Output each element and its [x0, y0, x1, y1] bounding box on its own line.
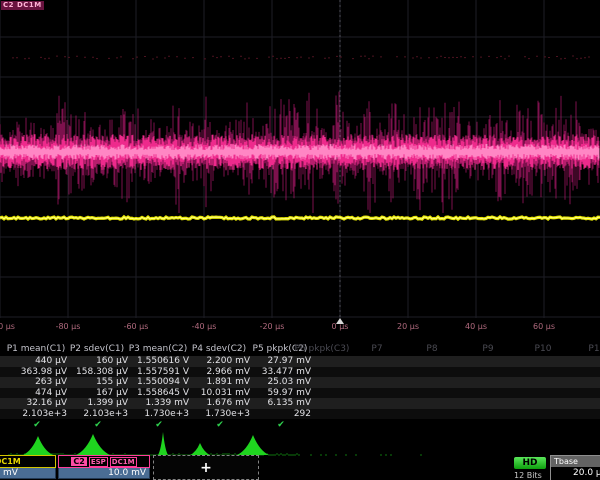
measurement-value: 155 µV [68, 377, 128, 388]
time-axis-label: -40 µs [192, 322, 217, 331]
histogram-peak [158, 432, 168, 455]
measurement-status-check: ✔ [277, 420, 285, 431]
c1-volts-per-div: 10.0 mV [0, 468, 56, 479]
measurement-value: 2.200 mV [190, 356, 250, 367]
histogram-peak [190, 443, 210, 455]
measurement-value: 25.03 mV [251, 377, 311, 388]
measurement-header[interactable]: P1 mean(C1) [5, 344, 67, 355]
c1-label-row: C1 DC1M [0, 455, 56, 468]
measure-histogram [0, 432, 600, 457]
time-axis-label: -100 µs [0, 322, 15, 331]
measurement-table: P1 mean(C1)P2 sdev(C1)P3 mean(C2)P4 sdev… [0, 344, 600, 432]
measurement-value: 474 µV [7, 388, 67, 399]
time-axis-label: -80 µs [56, 322, 81, 331]
histogram-strip [0, 432, 600, 457]
timebase-value: 20.0 µs/div [551, 467, 600, 479]
measurement-status-check: ✔ [216, 420, 224, 431]
measurement-value: 59.97 mV [251, 388, 311, 399]
c2-label-row: C2 ESP DC1M [58, 455, 150, 468]
measurement-header[interactable]: P7 [371, 344, 382, 355]
measurement-value: 1.558645 V [129, 388, 189, 399]
measurement-value: 263 µV [7, 377, 67, 388]
measurement-value: 33.477 mV [251, 367, 311, 378]
c2-coupling-tag: DC1M [110, 457, 137, 467]
measurement-row: 474 µV167 µV1.558645 V10.031 mV59.97 mV [0, 388, 600, 399]
hd-mode-button[interactable]: HD [514, 457, 546, 469]
trace-label: C2 DC1M [1, 1, 44, 10]
measurement-value: 2.103e+3 [7, 409, 67, 420]
waveform-plot [0, 0, 600, 318]
channel-descriptor-c2[interactable]: C2 ESP DC1M 10.0 mV [58, 455, 150, 480]
histogram-peak [76, 434, 110, 455]
measurement-header[interactable]: P4 sdev(C2) [188, 344, 250, 355]
plus-icon: + [200, 460, 212, 476]
measurement-value: 32.16 µV [7, 398, 67, 409]
measurement-value: 1.730e+3 [190, 409, 250, 420]
bit-depth-label: 12 Bits [514, 471, 542, 480]
measurement-row: 363.98 µV158.308 µV1.557591 V2.966 mV33.… [0, 367, 600, 378]
measurement-status-check: ✔ [94, 420, 102, 431]
measurement-value: 1.891 mV [190, 377, 250, 388]
measurement-value: 440 µV [7, 356, 67, 367]
histogram-peak [23, 436, 53, 455]
measurement-value: 10.031 mV [190, 388, 250, 399]
c1-coupling-label: DC1M [0, 457, 21, 466]
measurement-value: 1.550616 V [129, 356, 189, 367]
measurement-value: 292 [251, 409, 311, 420]
measurement-value: 160 µV [68, 356, 128, 367]
measurement-value: 27.97 mV [251, 356, 311, 367]
time-axis-label: 20 µs [397, 322, 419, 331]
measurement-header[interactable]: P6 pkpk(C3) [295, 344, 350, 355]
time-axis-label: 40 µs [465, 322, 487, 331]
measurement-value: 2.103e+3 [68, 409, 128, 420]
measurement-value: 1.676 mV [190, 398, 250, 409]
measurement-row: 263 µV155 µV1.550094 V1.891 mV25.03 mV [0, 377, 600, 388]
channel-descriptor-c1[interactable]: C1 DC1M 10.0 mV [0, 455, 56, 480]
measurement-value: 363.98 µV [7, 367, 67, 378]
measurement-header[interactable]: P10 [535, 344, 552, 355]
measurement-value: 1.339 mV [129, 398, 189, 409]
measurement-status-check: ✔ [33, 420, 41, 431]
measurement-row: 32.16 µV1.399 µV1.339 mV1.676 mV6.135 mV [0, 398, 600, 409]
measurement-header[interactable]: P9 [482, 344, 493, 355]
measurement-header[interactable]: P2 sdev(C1) [66, 344, 128, 355]
measurement-value: 1.399 µV [68, 398, 128, 409]
trigger-position-marker[interactable] [336, 318, 344, 324]
measurement-row: 2.103e+32.103e+31.730e+31.730e+3292 [0, 409, 600, 420]
measurement-value: 1.550094 V [129, 377, 189, 388]
measurement-value: 2.966 mV [190, 367, 250, 378]
measurement-row: 440 µV160 µV1.550616 V2.200 mV27.97 mV [0, 356, 600, 367]
c2-volts-per-div: 10.0 mV [58, 468, 150, 479]
measurement-value: 167 µV [68, 388, 128, 399]
oscilloscope-screen: C2 DC1M -100 µs-80 µs-60 µs-40 µs-20 µs0… [0, 0, 600, 480]
bottom-bar: C1 DC1M 10.0 mV C2 ESP DC1M 10.0 mV + HD… [0, 455, 600, 480]
c2-esp-tag: ESP [89, 457, 108, 467]
measurement-value: 1.730e+3 [129, 409, 189, 420]
time-axis-label: 60 µs [533, 322, 555, 331]
measurement-value: 1.557591 V [129, 367, 189, 378]
measurement-value: 6.135 mV [251, 398, 311, 409]
measurement-header[interactable]: P1 [588, 344, 599, 355]
c2-badge: C2 [71, 457, 86, 466]
waveform-grid-area[interactable]: C2 DC1M [0, 0, 600, 318]
measurement-header[interactable]: P8 [426, 344, 437, 355]
timebase-title: Tbase [551, 456, 600, 467]
add-trace-button[interactable]: + [153, 455, 259, 480]
measurement-status-check: ✔ [155, 420, 163, 431]
histogram-peak [237, 435, 269, 455]
measurement-value: 158.308 µV [68, 367, 128, 378]
time-axis-label: -60 µs [124, 322, 149, 331]
time-axis: -100 µs-80 µs-60 µs-40 µs-20 µs0 µs20 µs… [0, 318, 600, 344]
measurement-header[interactable]: P3 mean(C2) [127, 344, 189, 355]
timebase-descriptor[interactable]: Tbase 20.0 µs/div [550, 455, 600, 480]
time-axis-label: -20 µs [260, 322, 285, 331]
